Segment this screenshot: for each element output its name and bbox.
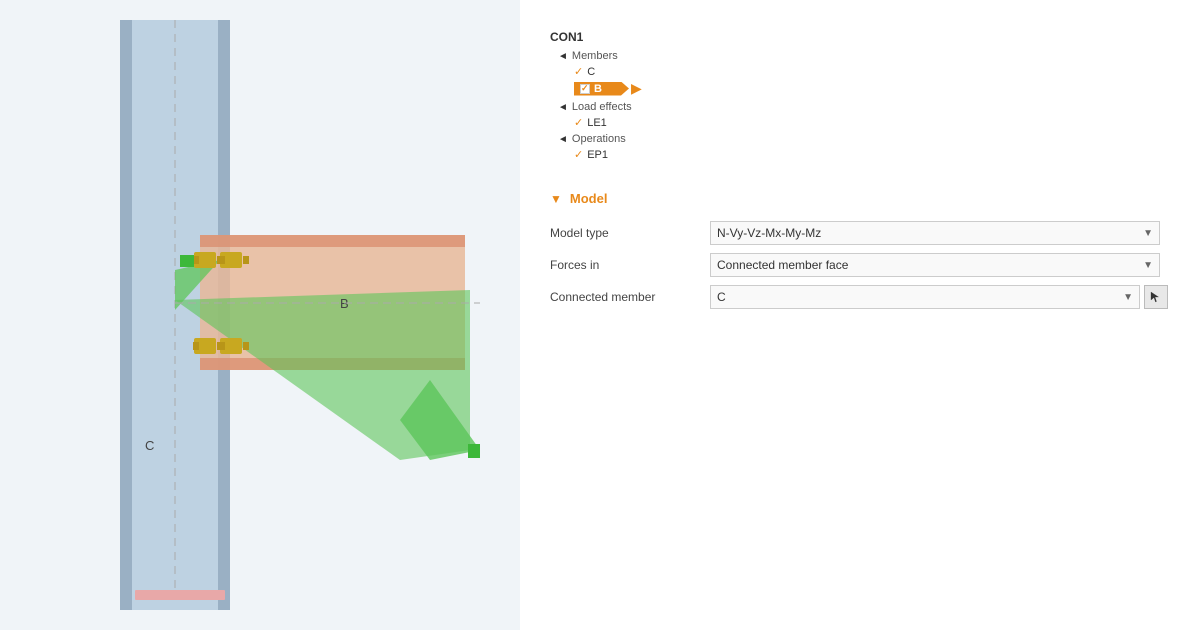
forces-in-row: Forces in Connected member face ▼	[550, 252, 1170, 278]
highlight-badge-B: B	[574, 82, 629, 96]
check-LE1: ✓	[574, 116, 583, 129]
connected-member-dropdown-arrow: ▼	[1123, 292, 1133, 303]
canvas-area: C B	[0, 0, 520, 630]
model-type-value: N-Vy-Vz-Mx-My-Mz ▼	[710, 221, 1170, 245]
svg-text:C: C	[145, 438, 154, 453]
load-effects-arrow: ◄	[558, 102, 568, 113]
label-LE1: LE1	[587, 117, 607, 129]
label-C: C	[587, 66, 595, 78]
tree-item-EP1[interactable]: ✓ EP1	[574, 148, 1170, 161]
badge-arrow: ▶	[631, 80, 642, 97]
model-title: Model	[570, 191, 608, 206]
tree-item-B-highlight[interactable]: B ▶	[574, 80, 1170, 97]
forces-in-label: Forces in	[550, 258, 710, 272]
connected-member-controls: C ▼	[710, 285, 1170, 309]
forces-in-value: Connected member face ▼	[710, 253, 1170, 277]
cursor-icon	[1149, 290, 1163, 304]
model-type-dropdown[interactable]: N-Vy-Vz-Mx-My-Mz ▼	[710, 221, 1160, 245]
members-arrow: ◄	[558, 51, 568, 62]
tree-group-operations: ◄ Operations ✓ EP1	[558, 133, 1170, 161]
tree-group-members-label[interactable]: ◄ Members	[558, 50, 1170, 62]
model-type-row: Model type N-Vy-Vz-Mx-My-Mz ▼	[550, 220, 1170, 246]
forces-in-dropdown-arrow: ▼	[1143, 260, 1153, 271]
model-collapse-arrow: ▼	[550, 192, 562, 206]
pick-button[interactable]	[1144, 285, 1168, 309]
model-type-dropdown-arrow: ▼	[1143, 228, 1153, 239]
connected-member-row: Connected member C ▼	[550, 284, 1170, 310]
forces-in-dropdown[interactable]: Connected member face ▼	[710, 253, 1160, 277]
right-panel: CON1 ◄ Members ✓ C B ▶	[520, 0, 1200, 630]
model-header[interactable]: ▼ Model	[550, 191, 1170, 206]
connected-member-label: Connected member	[550, 290, 710, 304]
label-EP1: EP1	[587, 149, 608, 161]
connected-member-value: C ▼	[710, 285, 1170, 309]
tree-item-LE1[interactable]: ✓ LE1	[574, 116, 1170, 129]
tree-group-load-effects-label[interactable]: ◄ Load effects	[558, 101, 1170, 113]
tree-title: CON1	[550, 30, 1170, 44]
tree-item-C[interactable]: ✓ C	[574, 65, 1170, 78]
operations-arrow: ◄	[558, 134, 568, 145]
structural-drawing: C B	[0, 0, 520, 630]
tree-group-load-effects: ◄ Load effects ✓ LE1	[558, 101, 1170, 129]
connected-member-dropdown[interactable]: C ▼	[710, 285, 1140, 309]
tree-group-members: ◄ Members ✓ C B ▶	[558, 50, 1170, 97]
check-EP1: ✓	[574, 148, 583, 161]
model-type-label: Model type	[550, 226, 710, 240]
checkbox-B	[580, 84, 590, 94]
tree-section: CON1 ◄ Members ✓ C B ▶	[550, 30, 1170, 161]
check-C: ✓	[574, 65, 583, 78]
tree-group-operations-label[interactable]: ◄ Operations	[558, 133, 1170, 145]
model-section: ▼ Model Model type N-Vy-Vz-Mx-My-Mz ▼ Fo…	[550, 191, 1170, 310]
